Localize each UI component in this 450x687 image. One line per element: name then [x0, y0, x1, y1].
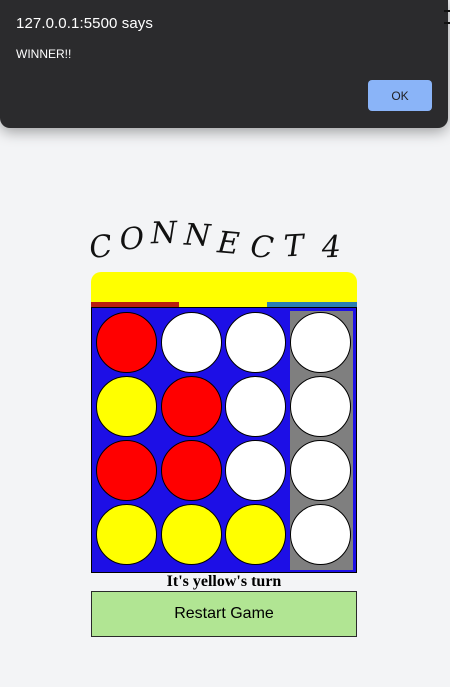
board-cell-red[interactable] [161, 440, 222, 501]
title-letter: T [283, 228, 307, 264]
board-cell-empty[interactable] [290, 312, 351, 373]
dialog-origin: 127.0.0.1:5500 says [16, 15, 154, 32]
title-letter: N [182, 217, 213, 253]
game-board[interactable] [91, 307, 357, 573]
board-cell-yellow[interactable] [225, 504, 286, 565]
title-letter: O [118, 221, 146, 258]
title-letter: C [87, 228, 115, 266]
board-cell-red[interactable] [96, 440, 157, 501]
ok-button[interactable]: OK [368, 80, 432, 111]
alert-dialog: 127.0.0.1:5500 says WINNER!! OK [0, 0, 448, 128]
title-letter: C [249, 229, 276, 266]
board-cell-yellow[interactable] [96, 504, 157, 565]
board-cell-empty[interactable] [225, 312, 286, 373]
dialog-message: WINNER!! [16, 47, 72, 61]
title-letter: 4 [320, 230, 341, 266]
board-cell-red[interactable] [96, 312, 157, 373]
title-letter: E [215, 225, 241, 262]
board-cell-red[interactable] [161, 376, 222, 437]
board-cell-empty[interactable] [290, 440, 351, 501]
title-letter: N [149, 215, 179, 251]
drop-zone-bar[interactable] [91, 272, 357, 302]
board-cell-yellow[interactable] [161, 504, 222, 565]
board-cell-empty[interactable] [290, 504, 351, 565]
board-cell-empty[interactable] [225, 440, 286, 501]
turn-indicator: It's yellow's turn [166, 573, 282, 590]
board-cell-empty[interactable] [161, 312, 222, 373]
game-title: C O N N E C T 4 [87, 215, 342, 266]
restart-button[interactable]: Restart Game [91, 591, 357, 637]
menu-icon [444, 10, 450, 24]
board-cell-yellow[interactable] [96, 376, 157, 437]
board-cell-empty[interactable] [225, 376, 286, 437]
board-cell-empty[interactable] [290, 376, 351, 437]
